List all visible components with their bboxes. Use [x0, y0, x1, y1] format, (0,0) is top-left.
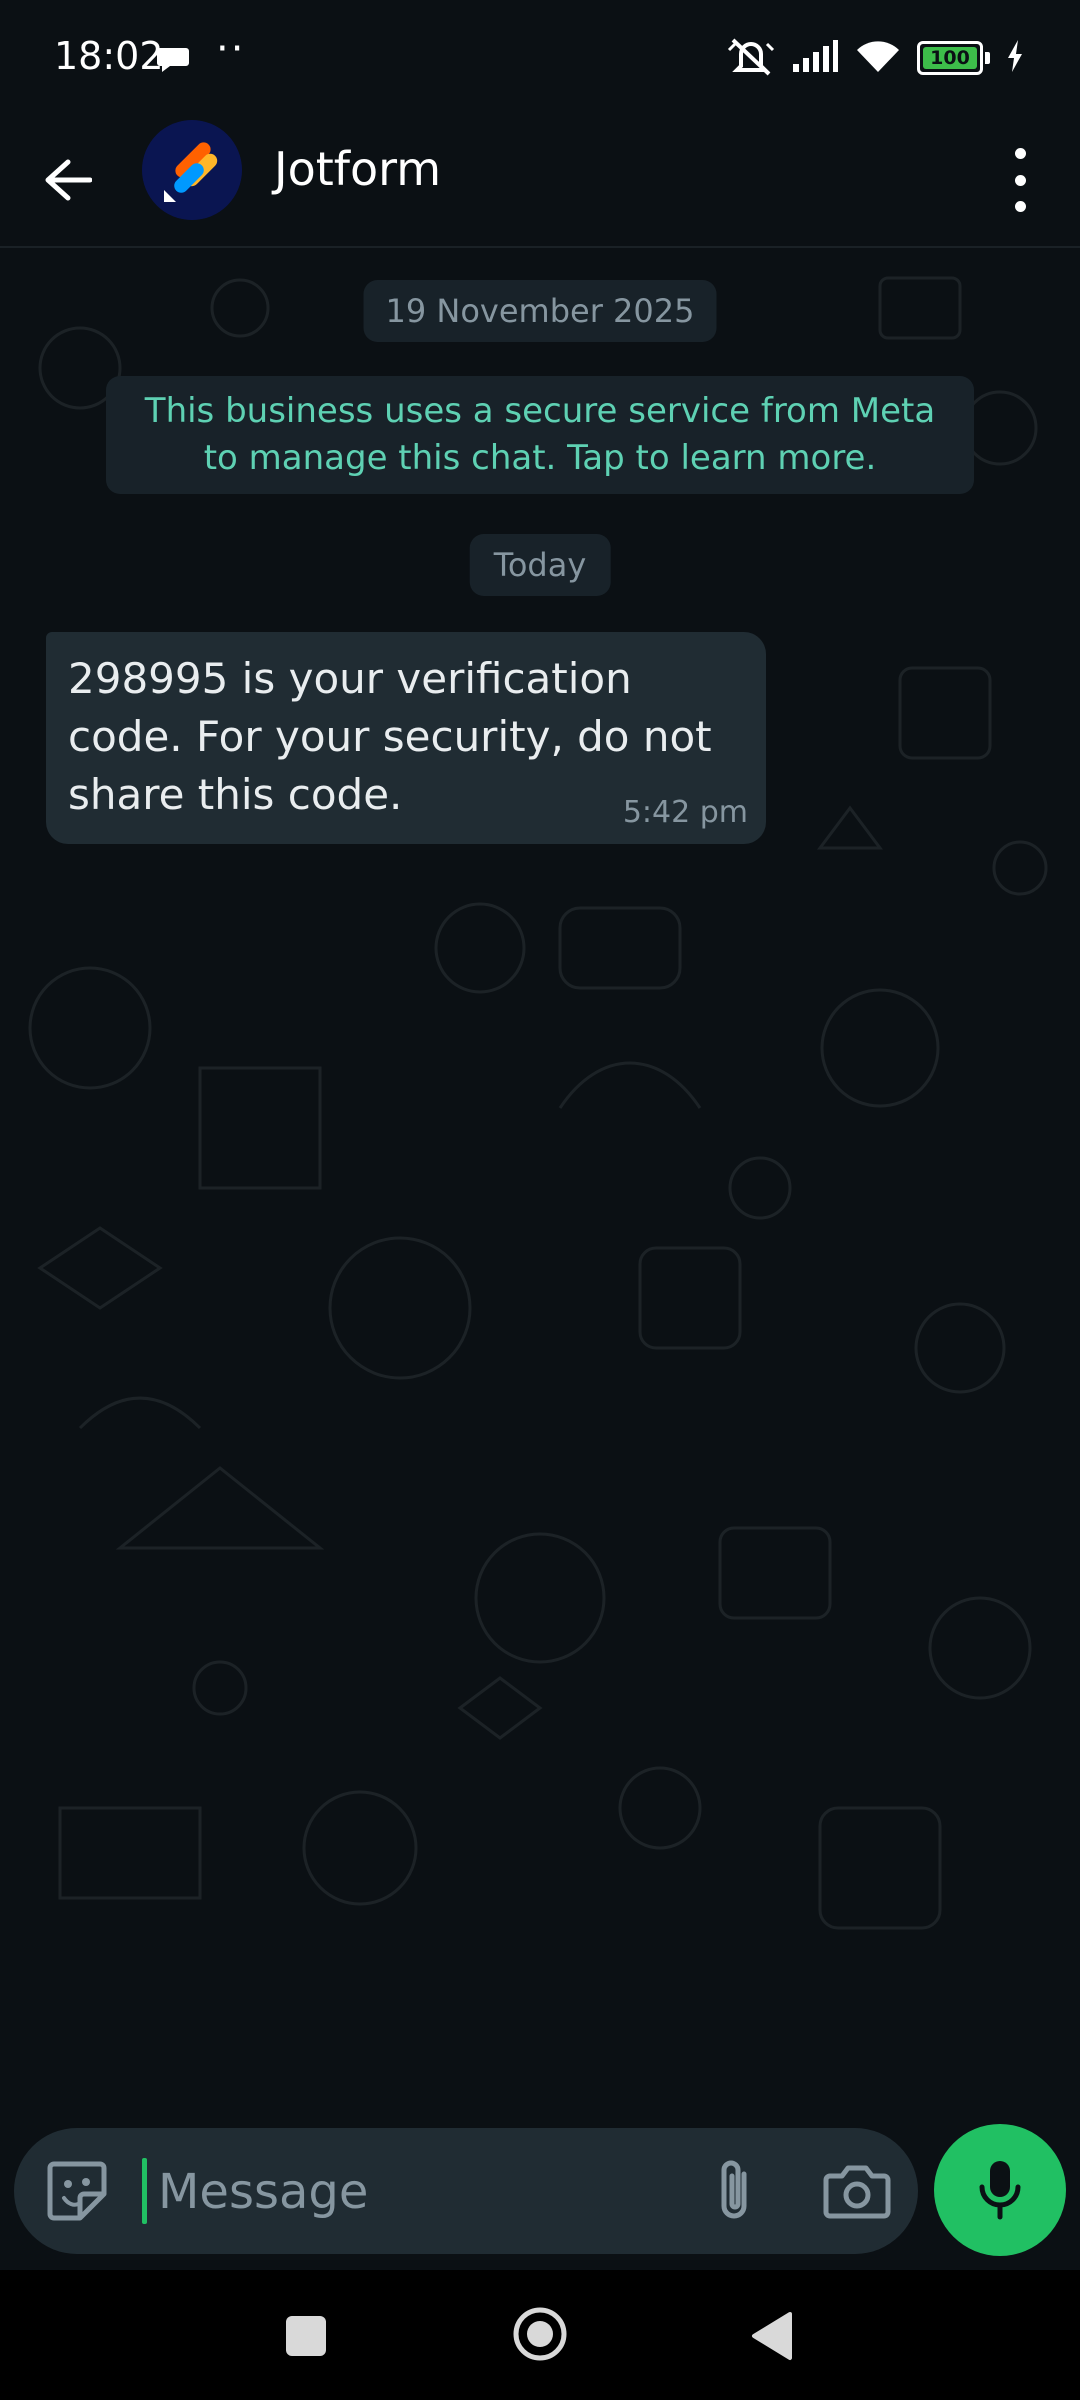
- status-more-dots: ··: [216, 26, 246, 72]
- sticker-button[interactable]: [44, 2158, 110, 2224]
- status-icons: 100: [727, 36, 1024, 80]
- home-button[interactable]: [512, 2306, 568, 2362]
- microphone-icon: [979, 2161, 1021, 2220]
- status-bar: 18:02 ·· 100: [0, 0, 1080, 120]
- message-time: 5:42 pm: [622, 795, 748, 830]
- camera-button[interactable]: [822, 2158, 892, 2224]
- silent-icon: [727, 36, 775, 80]
- dot: [1014, 201, 1026, 212]
- system-nav-bar: [0, 2270, 1080, 2400]
- text-cursor: [142, 2158, 147, 2224]
- wifi-icon: [855, 38, 901, 78]
- sticker-icon: [47, 2161, 107, 2221]
- charging-icon: [1006, 40, 1024, 76]
- arrow-left-icon: [45, 159, 92, 201]
- chat-area[interactable]: 19 November 2025 This business uses a se…: [0, 248, 1080, 2108]
- incoming-message[interactable]: 298995 is your verification code. For yo…: [46, 632, 766, 844]
- chat-notification-icon: [156, 44, 190, 78]
- camera-icon: [823, 2165, 891, 2219]
- battery-icon: 100: [917, 41, 983, 75]
- paperclip-icon: [721, 2160, 747, 2219]
- voice-message-button[interactable]: [934, 2124, 1066, 2256]
- status-time: 18:02: [54, 34, 164, 78]
- today-chip: Today: [469, 534, 611, 596]
- contact-name[interactable]: Jotform: [274, 142, 441, 196]
- recents-button[interactable]: [286, 2316, 326, 2356]
- attach-button[interactable]: [704, 2156, 770, 2226]
- contact-avatar[interactable]: [142, 120, 242, 220]
- battery-cap: [985, 52, 990, 64]
- back-button[interactable]: [36, 148, 100, 212]
- chat-header: Jotform: [0, 120, 1080, 248]
- business-info-notice[interactable]: This business uses a secure service from…: [106, 376, 974, 494]
- home-circle-icon: [513, 2307, 567, 2361]
- jotform-logo-icon: [142, 120, 242, 220]
- dot: [1014, 148, 1026, 159]
- dot: [1014, 174, 1026, 186]
- chat-wallpaper: [28, 276, 1048, 1930]
- date-chip: 19 November 2025: [363, 280, 717, 342]
- triangle-back-icon: [752, 2312, 792, 2360]
- battery-level: 100: [930, 47, 970, 69]
- message-input[interactable]: [156, 2154, 680, 2230]
- message-composer: [14, 2128, 918, 2254]
- signal-icon: [791, 38, 839, 78]
- more-options-button[interactable]: [1000, 142, 1040, 218]
- nav-back-button[interactable]: [750, 2310, 794, 2362]
